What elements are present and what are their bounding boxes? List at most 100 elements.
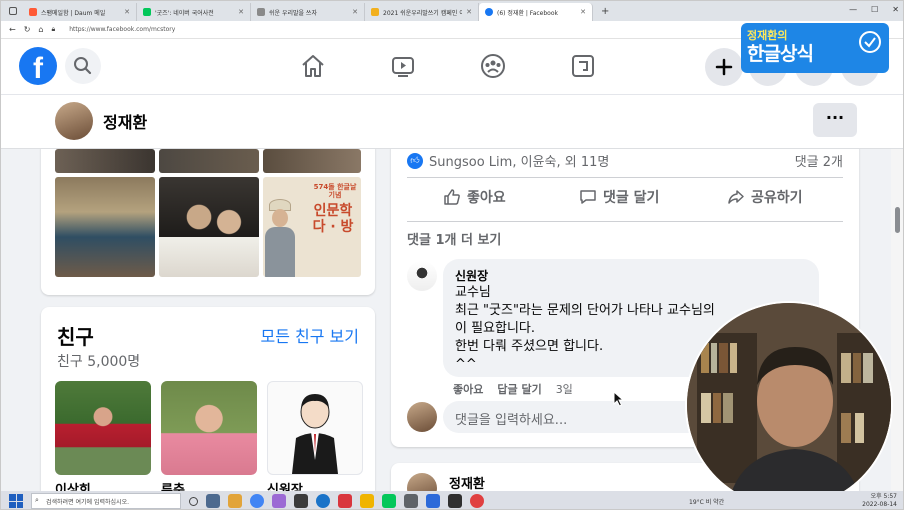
share-label: 공유하기 <box>751 190 803 206</box>
profile-avatar[interactable] <box>55 102 93 140</box>
book-cover-photo[interactable]: 574돌 한글날 기념 인문학 다 · 방 <box>263 177 361 277</box>
commenter-avatar[interactable] <box>407 261 437 291</box>
create-button[interactable] <box>705 48 743 86</box>
app-icon[interactable] <box>338 494 352 508</box>
view-more-comments-link[interactable]: 댓글 1개 더 보기 <box>407 229 501 248</box>
facebook-favicon-icon <box>485 8 493 16</box>
taskbar-search-input[interactable]: ⌕ 검색하려면 여기에 입력하십시오. <box>31 493 181 509</box>
chrome-icon[interactable] <box>250 494 264 508</box>
close-tab-icon[interactable]: ✕ <box>124 8 130 16</box>
share-button[interactable]: 공유하기 <box>727 187 803 207</box>
browser-tab-strip: 스팸메일함 | Daum 메일 ✕ '굿즈': 네이버 국어사전 ✕ 쉬운 우리… <box>1 1 903 21</box>
app-icon[interactable] <box>426 494 440 508</box>
friend-photo[interactable] <box>267 381 363 475</box>
friend-photo[interactable] <box>161 381 257 475</box>
like-label: 좋아요 <box>467 190 506 206</box>
webcam-overlay <box>685 301 893 509</box>
search-icon <box>74 57 92 75</box>
browser-tab-easy-korean[interactable]: 쉬운 우리말을 쓰자 ✕ <box>251 3 365 21</box>
close-tab-icon[interactable]: ✕ <box>238 8 244 16</box>
close-tab-icon[interactable]: ✕ <box>580 8 586 16</box>
shirt-shape <box>265 227 295 277</box>
comment-count[interactable]: 댓글 2개 <box>795 151 843 170</box>
app-icon[interactable] <box>448 494 462 508</box>
close-window-icon[interactable]: ✕ <box>892 5 899 14</box>
reactions-summary[interactable]: 👍︎ Sungsoo Lim, 이윤숙, 외 11명 <box>407 151 609 170</box>
refresh-icon[interactable]: ↻ <box>24 25 31 34</box>
file-explorer-icon[interactable] <box>228 494 242 508</box>
search-button[interactable] <box>65 48 101 84</box>
comment-label: 댓글 달기 <box>603 190 660 206</box>
photo-thumbnail[interactable] <box>159 149 259 173</box>
photo-thumbnail[interactable] <box>55 177 155 277</box>
daum-favicon-icon <box>29 8 37 16</box>
close-tab-icon[interactable]: ✕ <box>466 8 472 16</box>
check-circle-icon <box>859 31 881 53</box>
comment-like-button[interactable]: 좋아요 <box>453 381 483 397</box>
divider <box>407 177 843 178</box>
browser-tab-campaign[interactable]: 2021 쉬운우리말쓰기 캠페인 이! ✕ <box>365 3 479 21</box>
book-cover-subtitle: 574돌 한글날 기념 <box>313 183 357 199</box>
edge-icon[interactable] <box>316 494 330 508</box>
browser-tab-daum[interactable]: 스팸메일함 | Daum 메일 ✕ <box>23 3 137 21</box>
groups-icon[interactable] <box>478 51 508 81</box>
like-button[interactable]: 좋아요 <box>443 187 506 207</box>
home-icon[interactable]: ⌂ <box>38 25 43 34</box>
weather-widget[interactable]: 19°C 비 약간 <box>689 497 724 506</box>
app-icon[interactable] <box>360 494 374 508</box>
record-icon[interactable] <box>470 494 484 508</box>
page-scrollbar[interactable] <box>891 149 903 491</box>
friends-card: 친구 친구 5,000명 모든 친구 보기 이상희 류춘 신원장 <box>41 307 375 491</box>
kakaotalk-icon[interactable] <box>382 494 396 508</box>
app-icon[interactable] <box>294 494 308 508</box>
close-tab-icon[interactable]: ✕ <box>352 8 358 16</box>
face-shape <box>272 209 288 227</box>
gaming-icon[interactable] <box>568 51 598 81</box>
profile-name[interactable]: 정재환 <box>103 109 147 133</box>
comment-text-line: 교수님 <box>455 285 491 300</box>
see-all-friends-link[interactable]: 모든 친구 보기 <box>261 323 360 347</box>
back-icon[interactable]: ← <box>9 25 16 34</box>
comment-timestamp[interactable]: 3일 <box>556 381 573 397</box>
home-icon[interactable] <box>298 51 328 81</box>
comment-author[interactable]: 신원장 <box>455 267 807 284</box>
browser-tab-facebook[interactable]: (6) 정재환 | Facebook ✕ <box>479 3 593 21</box>
photo-thumbnail[interactable] <box>159 177 259 277</box>
search-icon: ⌕ <box>35 496 39 504</box>
naver-favicon-icon <box>143 8 151 16</box>
minimize-icon[interactable]: — <box>849 5 857 14</box>
windows-start-icon[interactable] <box>9 494 23 508</box>
friend-photo[interactable] <box>55 381 151 475</box>
tab-actions-icon[interactable] <box>9 7 17 15</box>
maximize-icon[interactable]: ☐ <box>871 5 878 14</box>
more-options-button[interactable]: ··· <box>813 103 857 137</box>
system-clock[interactable]: 오후 5:57 2022-08-14 <box>862 493 897 509</box>
photo-thumbnail[interactable] <box>263 149 361 173</box>
url-field[interactable]: https://www.facebook.com/mcstory <box>69 26 175 33</box>
photo-thumbnail[interactable] <box>55 149 155 173</box>
browser-tab-naver[interactable]: '굿즈': 네이버 국어사전 ✕ <box>137 3 251 21</box>
scrollbar-thumb[interactable] <box>895 207 900 233</box>
friend-name[interactable]: 신원장 <box>267 479 303 491</box>
comment-button[interactable]: 댓글 달기 <box>579 187 659 207</box>
friend-name[interactable]: 류춘 <box>161 479 185 491</box>
share-icon <box>728 190 744 204</box>
comment-reply-button[interactable]: 답글 달기 <box>497 381 541 397</box>
task-view-icon[interactable] <box>206 494 220 508</box>
cortana-icon[interactable] <box>189 496 198 506</box>
facebook-logo-icon[interactable]: f <box>19 47 57 85</box>
post-author-name[interactable]: 정재환 <box>449 473 485 491</box>
post-author-avatar[interactable] <box>407 473 437 491</box>
comment-actions: 좋아요 답글 달기 3일 <box>453 381 573 397</box>
friends-title: 친구 <box>57 325 94 349</box>
like-reaction-icon: 👍︎ <box>407 152 423 169</box>
campaign-favicon-icon <box>371 8 379 16</box>
watch-icon[interactable] <box>388 51 418 81</box>
app-icon[interactable] <box>272 494 286 508</box>
new-tab-button[interactable]: + <box>593 6 617 17</box>
plus-icon <box>715 58 733 76</box>
lock-icon: 🔒︎ <box>51 25 56 33</box>
settings-icon[interactable] <box>404 494 418 508</box>
page-favicon-icon <box>257 8 265 16</box>
friend-name[interactable]: 이상희 <box>55 479 91 491</box>
